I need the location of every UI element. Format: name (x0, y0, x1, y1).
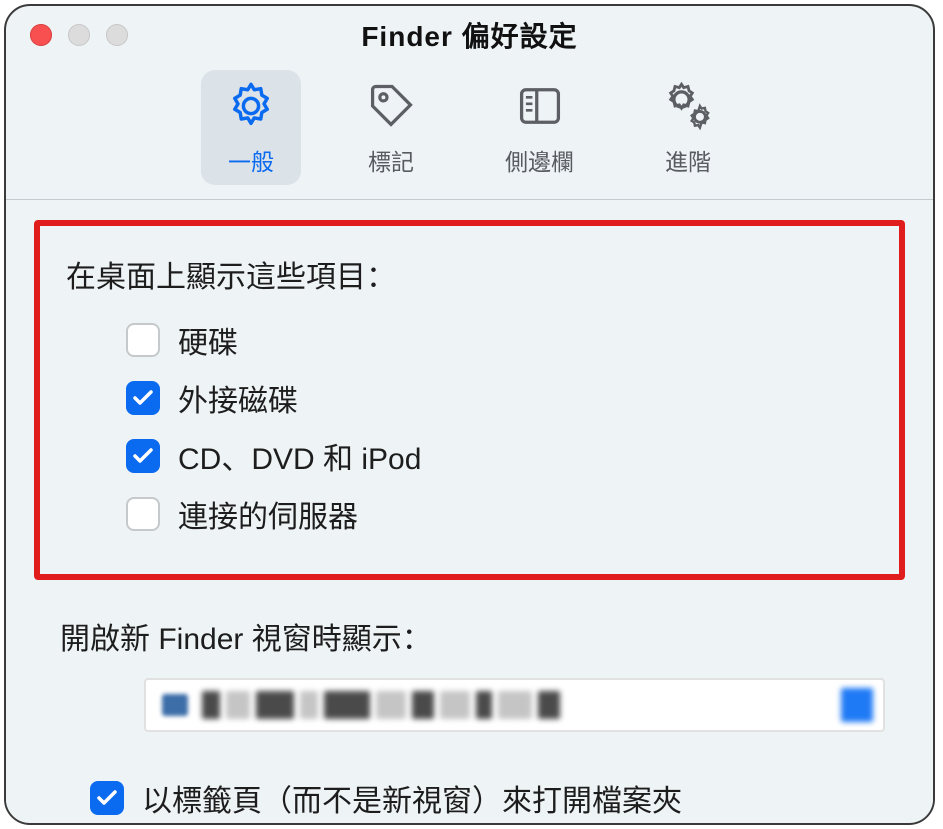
checkbox-open-in-tabs[interactable] (90, 781, 124, 815)
content-area: 在桌面上顯示這些項目： 硬碟 外接磁碟 CD、DVD 和 iPod (6, 200, 933, 820)
tab-tags[interactable]: 標記 (341, 70, 441, 185)
new-window-heading: 開啟新 Finder 視窗時顯示： (60, 614, 905, 658)
close-button[interactable] (30, 24, 52, 46)
tab-sidebar[interactable]: 側邊欄 (481, 70, 598, 185)
checkbox-label: 硬碟 (178, 318, 238, 362)
zoom-button[interactable] (106, 24, 128, 46)
checkbox-label: CD、DVD 和 iPod (178, 434, 421, 478)
desktop-items-heading: 在桌面上顯示這些項目： (66, 252, 881, 296)
tab-label: 標記 (368, 143, 414, 177)
gear-icon (225, 80, 277, 137)
checkbox-connected-servers[interactable] (126, 497, 160, 531)
window-title: Finder 偏好設定 (6, 15, 933, 55)
checkbox-row-connected-servers: 連接的伺服器 (126, 492, 881, 536)
checkbox-label: 外接磁碟 (178, 376, 298, 420)
tag-icon (365, 80, 417, 137)
tab-label: 一般 (228, 143, 274, 177)
minimize-button[interactable] (68, 24, 90, 46)
toolbar: 一般 標記 側邊欄 進階 (6, 70, 933, 200)
folder-icon (162, 694, 188, 716)
checkbox-external-disks[interactable] (126, 381, 160, 415)
dropdown-chevron-icon (841, 688, 873, 722)
tab-label: 側邊欄 (505, 143, 574, 177)
traffic-lights (30, 24, 128, 46)
checkbox-row-open-in-tabs: 以標籤頁（而不是新視窗）來打開檔案夾 (90, 776, 905, 820)
checkbox-hard-disks[interactable] (126, 323, 160, 357)
checkbox-optical-media[interactable] (126, 439, 160, 473)
dropdown-value-obscured (202, 689, 827, 721)
desktop-items-list: 硬碟 外接磁碟 CD、DVD 和 iPod 連接的伺服器 (126, 318, 881, 536)
checkbox-row-external-disks: 外接磁碟 (126, 376, 881, 420)
checkbox-label: 連接的伺服器 (178, 492, 358, 536)
finder-preferences-window: Finder 偏好設定 一般 標記 側邊欄 進階 (4, 4, 935, 825)
sidebar-icon (514, 80, 566, 137)
checkbox-row-optical-media: CD、DVD 和 iPod (126, 434, 881, 478)
tab-advanced[interactable]: 進階 (638, 70, 738, 185)
titlebar: Finder 偏好設定 (6, 6, 933, 64)
checkbox-label: 以標籤頁（而不是新視窗）來打開檔案夾 (142, 776, 682, 820)
new-window-location-dropdown[interactable] (144, 678, 885, 732)
gears-icon (662, 80, 714, 137)
desktop-items-highlight: 在桌面上顯示這些項目： 硬碟 外接磁碟 CD、DVD 和 iPod (34, 220, 905, 580)
tab-general[interactable]: 一般 (201, 70, 301, 185)
tab-label: 進階 (665, 143, 711, 177)
checkbox-row-hard-disks: 硬碟 (126, 318, 881, 362)
